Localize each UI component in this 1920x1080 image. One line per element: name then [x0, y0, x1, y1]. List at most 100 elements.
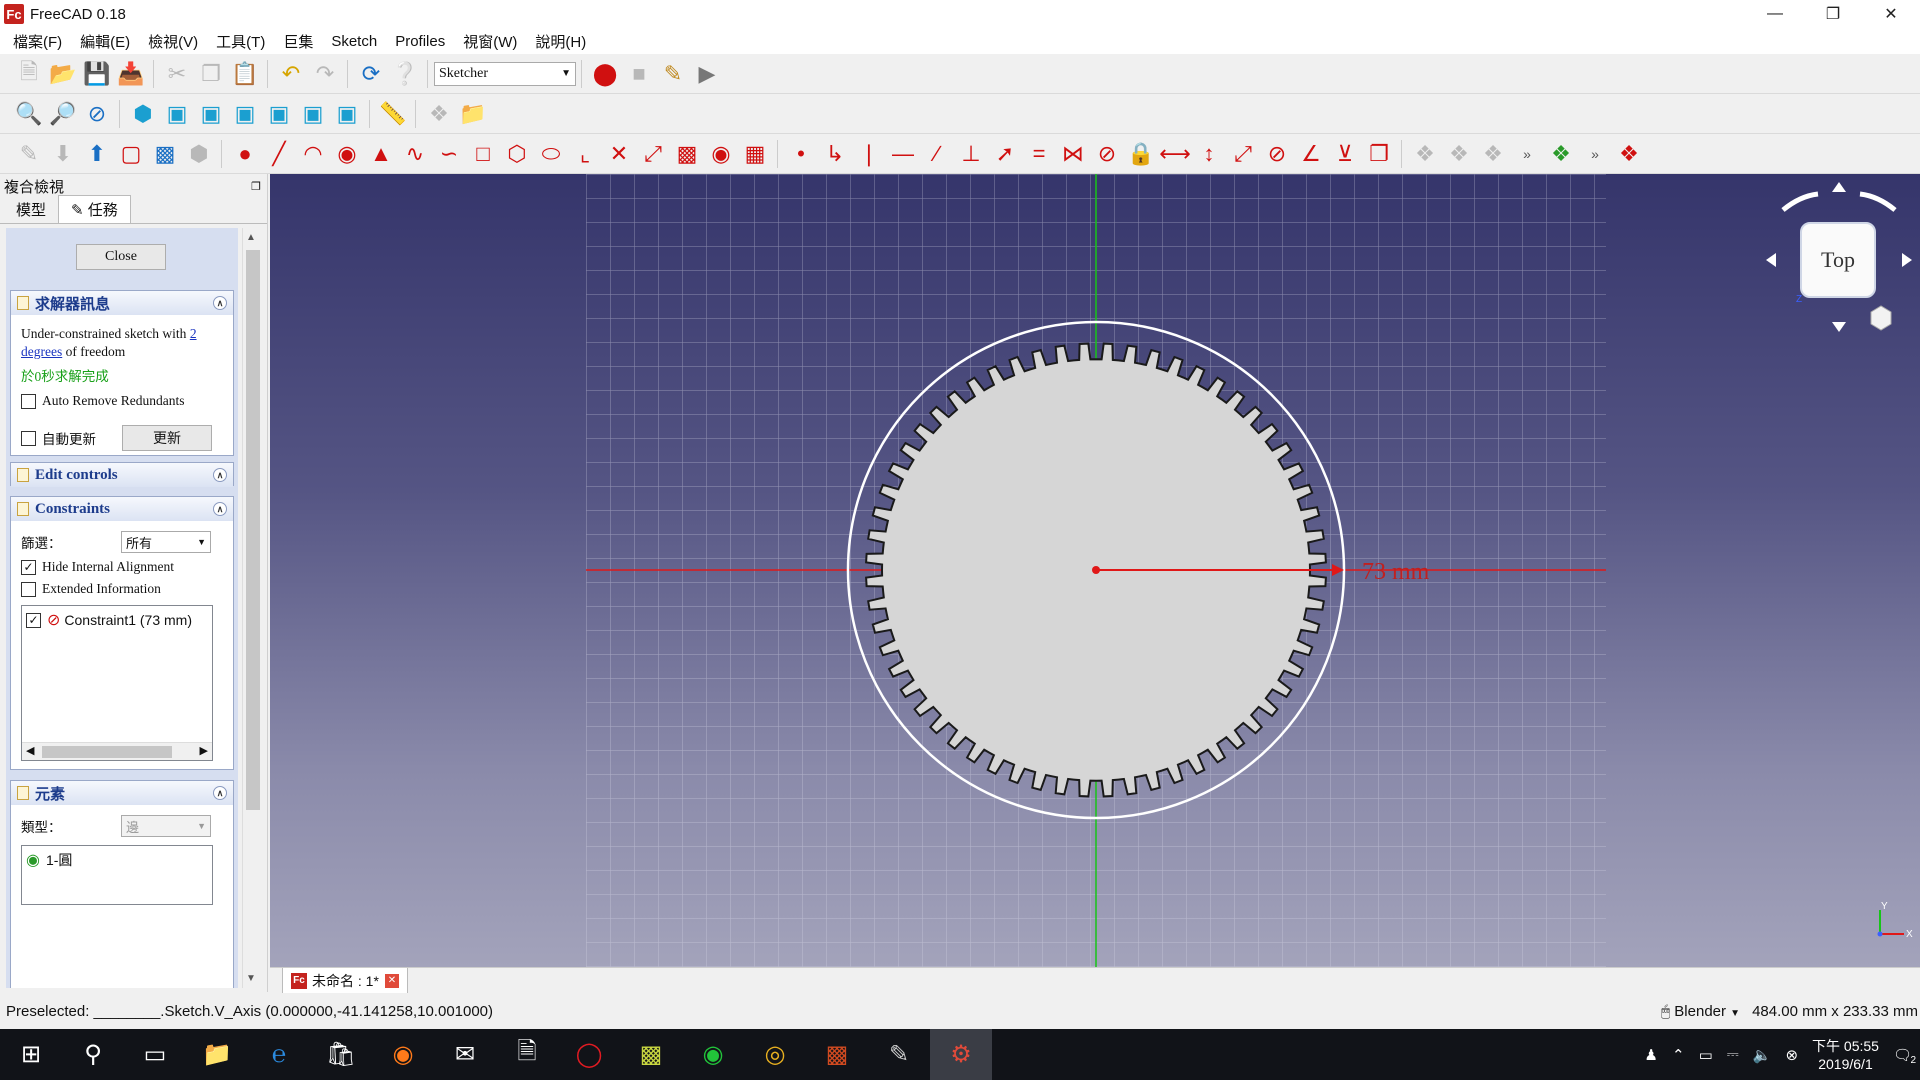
map-sketch-icon[interactable]: ▩ — [148, 138, 182, 170]
conic-icon[interactable]: ▲ — [364, 138, 398, 170]
construction-mode-icon[interactable]: ▦ — [738, 138, 772, 170]
virtual-space-icon[interactable]: ❖ — [1544, 138, 1578, 170]
paste-icon[interactable]: 📋 — [228, 58, 262, 90]
carbon-copy-icon[interactable]: ◉ — [704, 138, 738, 170]
dof-link-count[interactable]: 2 — [190, 326, 197, 341]
navigation-style-selector[interactable]: 🖱 Blender ▼ — [1661, 1003, 1740, 1020]
edge-browser-icon[interactable]: ℮ — [248, 1029, 310, 1080]
nav-down-icon[interactable] — [1832, 322, 1846, 332]
input-method-icon[interactable]: ⊗ — [1785, 1046, 1798, 1064]
scrollbar-thumb[interactable] — [42, 746, 172, 758]
cut-icon[interactable]: ✂ — [160, 58, 194, 90]
solver-messages-header[interactable]: 求解器訊息 ∧ — [11, 291, 233, 315]
edit-controls-header[interactable]: Edit controls ∧ — [11, 463, 233, 487]
view-menu-cube-icon[interactable] — [1870, 305, 1892, 331]
left-view-icon[interactable]: ▣ — [330, 98, 364, 130]
rotate-right-icon[interactable] — [1859, 191, 1897, 212]
firefox-icon[interactable]: ◉ — [372, 1029, 434, 1080]
horizontal-scrollbar[interactable]: ◀ ▶ — [22, 742, 212, 760]
close-tab-icon[interactable]: ✕ — [384, 973, 399, 988]
notification-icon[interactable]: 🗨 2 — [1893, 1046, 1916, 1066]
lock-constraint-icon[interactable]: 🔒 — [1124, 138, 1158, 170]
task-view-icon[interactable]: ▭ — [124, 1029, 186, 1080]
front-view-icon[interactable]: ▣ — [160, 98, 194, 130]
windows-start-icon[interactable]: ⊞ — [0, 1029, 62, 1080]
task-panel-scrollbar[interactable]: ▲ ▼ — [242, 228, 262, 988]
menu-help[interactable]: 說明(H) — [526, 31, 595, 52]
sketch-array-icon[interactable]: ❖ — [1612, 138, 1646, 170]
slot-icon[interactable]: ⬭ — [534, 138, 568, 170]
navcube-top-face[interactable]: Top — [1800, 222, 1876, 298]
right-view-icon[interactable]: ▣ — [228, 98, 262, 130]
toggle-driving-icon[interactable]: ❐ — [1362, 138, 1396, 170]
constraint-checkbox[interactable]: ✓ — [26, 612, 41, 628]
collapse-icon[interactable]: ∧ — [213, 296, 227, 310]
vertical-constraint-icon[interactable]: ❘ — [852, 138, 886, 170]
freecad-taskbar-icon[interactable]: ⚙ — [930, 1029, 992, 1080]
open-file-icon[interactable]: 📂 — [46, 58, 80, 90]
leave-sketch-icon[interactable]: ⬇ — [46, 138, 80, 170]
nav-right-icon[interactable] — [1902, 253, 1912, 267]
view-section-icon[interactable]: ▢ — [114, 138, 148, 170]
rear-view-icon[interactable]: ▣ — [262, 98, 296, 130]
draw-style-icon[interactable]: ⊘ — [80, 98, 114, 130]
elements-header[interactable]: 元素 ∧ — [11, 781, 233, 805]
perpendicular-constraint-icon[interactable]: ⊥ — [954, 138, 988, 170]
horizontal-distance-icon[interactable]: ⟷ — [1158, 138, 1192, 170]
network-icon[interactable]: ⎓ — [1727, 1046, 1739, 1063]
polygon-icon[interactable]: ⬡ — [500, 138, 534, 170]
scroll-right-icon[interactable]: ▶ — [200, 744, 208, 757]
bottom-view-icon[interactable]: ▣ — [296, 98, 330, 130]
select-origin-icon[interactable]: ❖ — [1442, 138, 1476, 170]
macro-record-icon[interactable]: ⬤ — [588, 58, 622, 90]
measure-icon[interactable]: 📏 — [376, 98, 410, 130]
menu-sketch[interactable]: Sketch — [322, 33, 386, 50]
fillet-icon[interactable]: ⌞ — [568, 138, 602, 170]
tangent-constraint-icon[interactable]: ➚ — [988, 138, 1022, 170]
minimize-button[interactable]: — — [1746, 0, 1804, 28]
list-item[interactable]: ✓ ⊘ Constraint1 (73 mm) — [22, 606, 212, 634]
menu-file[interactable]: 檔案(F) — [4, 31, 71, 52]
clock[interactable]: 下午 05:55 2019/6/1 — [1812, 1037, 1879, 1073]
volume-icon[interactable]: 🔈 — [1753, 1046, 1772, 1064]
restore-button[interactable]: ❐ — [1804, 0, 1862, 28]
trim-icon[interactable]: ✕ — [602, 138, 636, 170]
fit-selection-icon[interactable]: 🔎 — [46, 98, 80, 130]
whats-this-icon[interactable]: ❔ — [388, 58, 422, 90]
3d-viewport[interactable]: 73 mm Z Y X Top — [270, 174, 1920, 967]
search-icon[interactable]: ⚲ — [62, 1029, 124, 1080]
dimension-label[interactable]: 73 mm — [1362, 559, 1430, 585]
constraints-header[interactable]: Constraints ∧ — [11, 497, 233, 521]
people-icon[interactable]: ♟ — [1645, 1046, 1658, 1064]
polyline-icon[interactable]: ∽ — [432, 138, 466, 170]
isometric-view-icon[interactable]: ⬢ — [126, 98, 160, 130]
tray-expand-icon[interactable]: ⌃ — [1672, 1046, 1685, 1064]
float-panel-icon[interactable]: ❐ — [251, 180, 261, 193]
bspline-icon[interactable]: ∿ — [398, 138, 432, 170]
point-icon[interactable]: ● — [228, 138, 262, 170]
extended-information-checkbox[interactable] — [21, 581, 36, 597]
menu-profiles[interactable]: Profiles — [386, 33, 454, 50]
copy-icon[interactable]: ❐ — [194, 58, 228, 90]
type-select[interactable]: 邊 ▼ — [121, 815, 211, 837]
external-geometry-icon[interactable]: ▩ — [670, 138, 704, 170]
paint-icon[interactable]: ✎ — [868, 1029, 930, 1080]
nav-left-icon[interactable] — [1766, 253, 1776, 267]
auto-remove-redundants-checkbox[interactable] — [21, 393, 36, 409]
parallel-constraint-icon[interactable]: ∕ — [920, 138, 954, 170]
new-file-icon[interactable]: 🗎 — [12, 58, 46, 90]
view-sketch-icon[interactable]: ⬆ — [80, 138, 114, 170]
refresh-icon[interactable]: ⟳ — [354, 58, 388, 90]
filter-select[interactable]: 所有 ▼ — [121, 531, 211, 553]
distance-constraint-icon[interactable]: ⤢ — [1226, 138, 1260, 170]
collapse-icon[interactable]: ∧ — [213, 786, 227, 800]
tab-model[interactable]: 模型 — [4, 196, 58, 223]
document-tab[interactable]: Fc 未命名 : 1* ✕ — [282, 968, 408, 994]
fit-all-icon[interactable]: 🔍 — [12, 98, 46, 130]
menu-tools[interactable]: 工具(T) — [207, 31, 274, 52]
macro-stop-icon[interactable]: ■ — [622, 58, 656, 90]
macro-edit-icon[interactable]: ✎ — [656, 58, 690, 90]
select-constraints-icon[interactable]: ❖ — [1408, 138, 1442, 170]
line-app-icon[interactable]: ◉ — [682, 1029, 744, 1080]
menu-macro[interactable]: 巨集 — [274, 31, 322, 52]
